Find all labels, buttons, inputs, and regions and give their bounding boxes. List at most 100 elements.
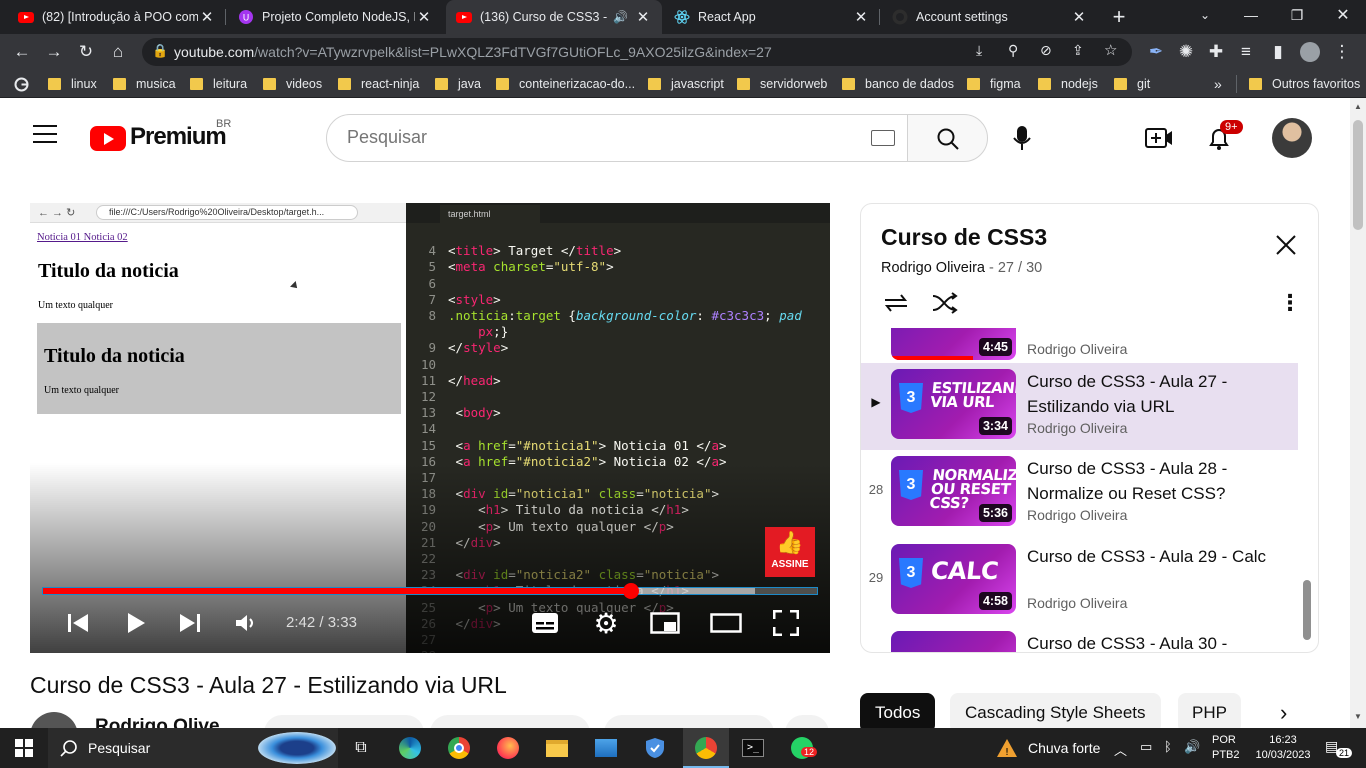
language-indicator[interactable]: POR PTB2 xyxy=(1212,733,1240,763)
playlist-more-icon[interactable]: ⋮ xyxy=(1279,290,1301,316)
forward-arrow-icon[interactable]: → xyxy=(40,38,68,66)
bookmark-javascript[interactable]: javascript xyxy=(648,75,724,93)
item-title[interactable]: Curso de CSS3 - Aula 30 - xyxy=(1027,631,1287,652)
chevron-up-icon[interactable]: ︿ xyxy=(1114,740,1127,759)
bookmark-banco-de-dados[interactable]: banco de dados xyxy=(842,75,954,93)
item-title[interactable]: Curso de CSS3 - Aula 27 - Estilizando vi… xyxy=(1027,369,1287,419)
bookmark-linux[interactable]: linux xyxy=(48,75,97,93)
task-view-icon[interactable]: ⧉ xyxy=(349,736,373,760)
video-thumbnail[interactable]: 3 CALC 4:58 xyxy=(891,544,1016,614)
bookmark-react-ninja[interactable]: react-ninja xyxy=(338,75,419,93)
zoom-icon[interactable]: ⚲ xyxy=(1008,42,1018,59)
bookmark-nodejs[interactable]: nodejs xyxy=(1038,75,1098,93)
side-panel-icon[interactable]: ▮ xyxy=(1264,38,1292,66)
restore-button[interactable]: ❐ xyxy=(1274,0,1320,30)
loop-icon[interactable] xyxy=(882,290,910,321)
list-item-current[interactable]: ▶ 3 ESTILIZANDO VIA URL 3:34 Curso de CS… xyxy=(861,363,1298,450)
shuffle-icon[interactable] xyxy=(931,290,959,321)
weather-text[interactable]: Chuva forte xyxy=(1028,740,1100,756)
bookmark-servidorweb[interactable]: servidorweb xyxy=(737,75,827,93)
video-thumbnail[interactable]: 3 NORMALIZE OU RESET CSS? 5:36 xyxy=(891,456,1016,526)
photos-icon[interactable] xyxy=(594,736,618,760)
youtube-logo-text[interactable]: Premium xyxy=(130,123,227,151)
speaker-icon[interactable]: 🔊 xyxy=(613,10,628,24)
tab-nodejs[interactable]: U Projeto Completo NodeJS, R ✕ xyxy=(228,0,443,34)
chrome-active-task[interactable] xyxy=(683,728,729,768)
close-icon[interactable]: ✕ xyxy=(1070,8,1088,26)
bookmark-git[interactable]: git xyxy=(1114,75,1150,93)
tab-react-app[interactable]: React App ✕ xyxy=(664,0,880,34)
chip-css[interactable]: Cascading Style Sheets xyxy=(950,693,1161,733)
playlist-title[interactable]: Curso de CSS3 xyxy=(881,224,1047,251)
lock-icon[interactable]: 🔒 xyxy=(152,43,168,59)
tab-search-icon[interactable]: ⌄ xyxy=(1182,0,1228,30)
progress-bar[interactable] xyxy=(42,583,818,599)
extension-bug-icon[interactable]: ✺ xyxy=(1172,38,1200,66)
subscribe-watermark[interactable]: 👍 ASSINE xyxy=(765,527,815,577)
menu-icon[interactable] xyxy=(33,125,57,143)
bookmark-other[interactable]: Outros favoritos xyxy=(1236,75,1360,93)
extension-pen-icon[interactable]: ✒ xyxy=(1142,38,1170,66)
eye-off-icon[interactable]: ⊘ xyxy=(1040,42,1052,59)
profile-avatar-icon[interactable] xyxy=(1296,38,1324,66)
new-tab-button[interactable]: + xyxy=(1105,3,1133,31)
page-scrollbar[interactable]: ▲ ▼ xyxy=(1350,98,1366,728)
close-icon[interactable]: ✕ xyxy=(415,8,433,26)
tab-css3[interactable]: (136) Curso de CSS3 - Au 🔊 ✕ xyxy=(446,0,662,34)
windows-start-icon[interactable] xyxy=(12,736,36,760)
settings-gear-icon[interactable]: ⚙ xyxy=(591,608,621,639)
video-thumbnail[interactable]: 3 ESTILIZANDO VIA URL 3:34 xyxy=(891,369,1016,439)
youtube-logo-icon[interactable] xyxy=(90,126,126,151)
back-arrow-icon[interactable]: ← xyxy=(8,38,36,66)
avatar[interactable] xyxy=(1272,118,1312,158)
scroll-thumb[interactable] xyxy=(1353,120,1363,230)
edge-icon[interactable] xyxy=(398,736,422,760)
taskbar-search[interactable]: Pesquisar xyxy=(48,728,338,768)
play-icon[interactable] xyxy=(122,609,150,637)
close-icon[interactable]: ✕ xyxy=(198,8,216,26)
keyboard-icon[interactable] xyxy=(871,130,895,146)
address-bar[interactable]: 🔒 youtube.com/watch?v=ATywzrvpelk&list=P… xyxy=(142,38,1132,66)
bookmark-musica[interactable]: musica xyxy=(113,75,176,93)
item-title[interactable]: Curso de CSS3 - Aula 28 - Normalize ou R… xyxy=(1027,456,1287,506)
bookmark-java[interactable]: java xyxy=(435,75,481,93)
search-button[interactable] xyxy=(907,114,988,162)
reload-icon[interactable]: ↻ xyxy=(72,38,100,66)
network-icon[interactable]: ▭ xyxy=(1140,739,1152,755)
item-title[interactable]: Curso de CSS3 - Aula 29 - Calc xyxy=(1027,544,1287,569)
close-icon[interactable]: ✕ xyxy=(634,8,652,26)
star-icon[interactable]: ☆ xyxy=(1104,41,1117,59)
close-icon[interactable]: ✕ xyxy=(852,8,870,26)
bookmark-videos[interactable]: videos xyxy=(263,75,322,93)
volume-icon[interactable] xyxy=(232,609,260,637)
bookmark-figma[interactable]: figma xyxy=(967,75,1021,93)
extensions-puzzle-icon[interactable]: ✚ xyxy=(1202,38,1230,66)
chip-todos[interactable]: Todos xyxy=(860,693,936,733)
next-icon[interactable] xyxy=(176,609,204,637)
file-explorer-icon[interactable] xyxy=(545,736,569,760)
browser-menu-icon[interactable]: ⋮ xyxy=(1328,38,1356,66)
download-icon[interactable]: ⤓ xyxy=(976,42,982,59)
list-item[interactable]: 28 3 NORMALIZE OU RESET CSS? 5:36 Curso … xyxy=(861,450,1298,537)
clock[interactable]: 16:23 10/03/2023 xyxy=(1248,733,1318,763)
fullscreen-icon[interactable] xyxy=(771,609,801,637)
video-player[interactable]: ← → ↻ file:///C:/Users/Rodrigo%20Oliveir… xyxy=(30,203,830,653)
terminal-icon[interactable]: >_ xyxy=(741,736,765,760)
bookmark-leitura[interactable]: leitura xyxy=(190,75,247,93)
share-icon[interactable]: ⇪ xyxy=(1072,42,1084,59)
vpn-shield-icon[interactable] xyxy=(643,736,667,760)
bookmarks-overflow-button[interactable]: » xyxy=(1214,75,1222,93)
firefox-icon[interactable] xyxy=(496,736,520,760)
previous-icon[interactable] xyxy=(64,609,92,637)
playlist-scrollbar[interactable] xyxy=(1303,580,1311,640)
media-queue-icon[interactable]: ≡ xyxy=(1232,38,1260,66)
close-icon[interactable] xyxy=(1275,234,1297,261)
microphone-icon[interactable] xyxy=(1010,122,1034,154)
list-item[interactable]: Curso de CSS3 - Aula 30 - xyxy=(861,625,1298,652)
create-video-icon[interactable] xyxy=(1145,126,1173,155)
weather-storm-icon[interactable]: ! xyxy=(995,736,1019,760)
scroll-up-icon[interactable]: ▲ xyxy=(1354,102,1362,111)
video-thumbnail[interactable]: 4:45 xyxy=(891,328,1016,360)
search-input[interactable]: Pesquisar xyxy=(347,127,427,148)
playlist-channel[interactable]: Rodrigo Oliveira xyxy=(881,260,985,276)
